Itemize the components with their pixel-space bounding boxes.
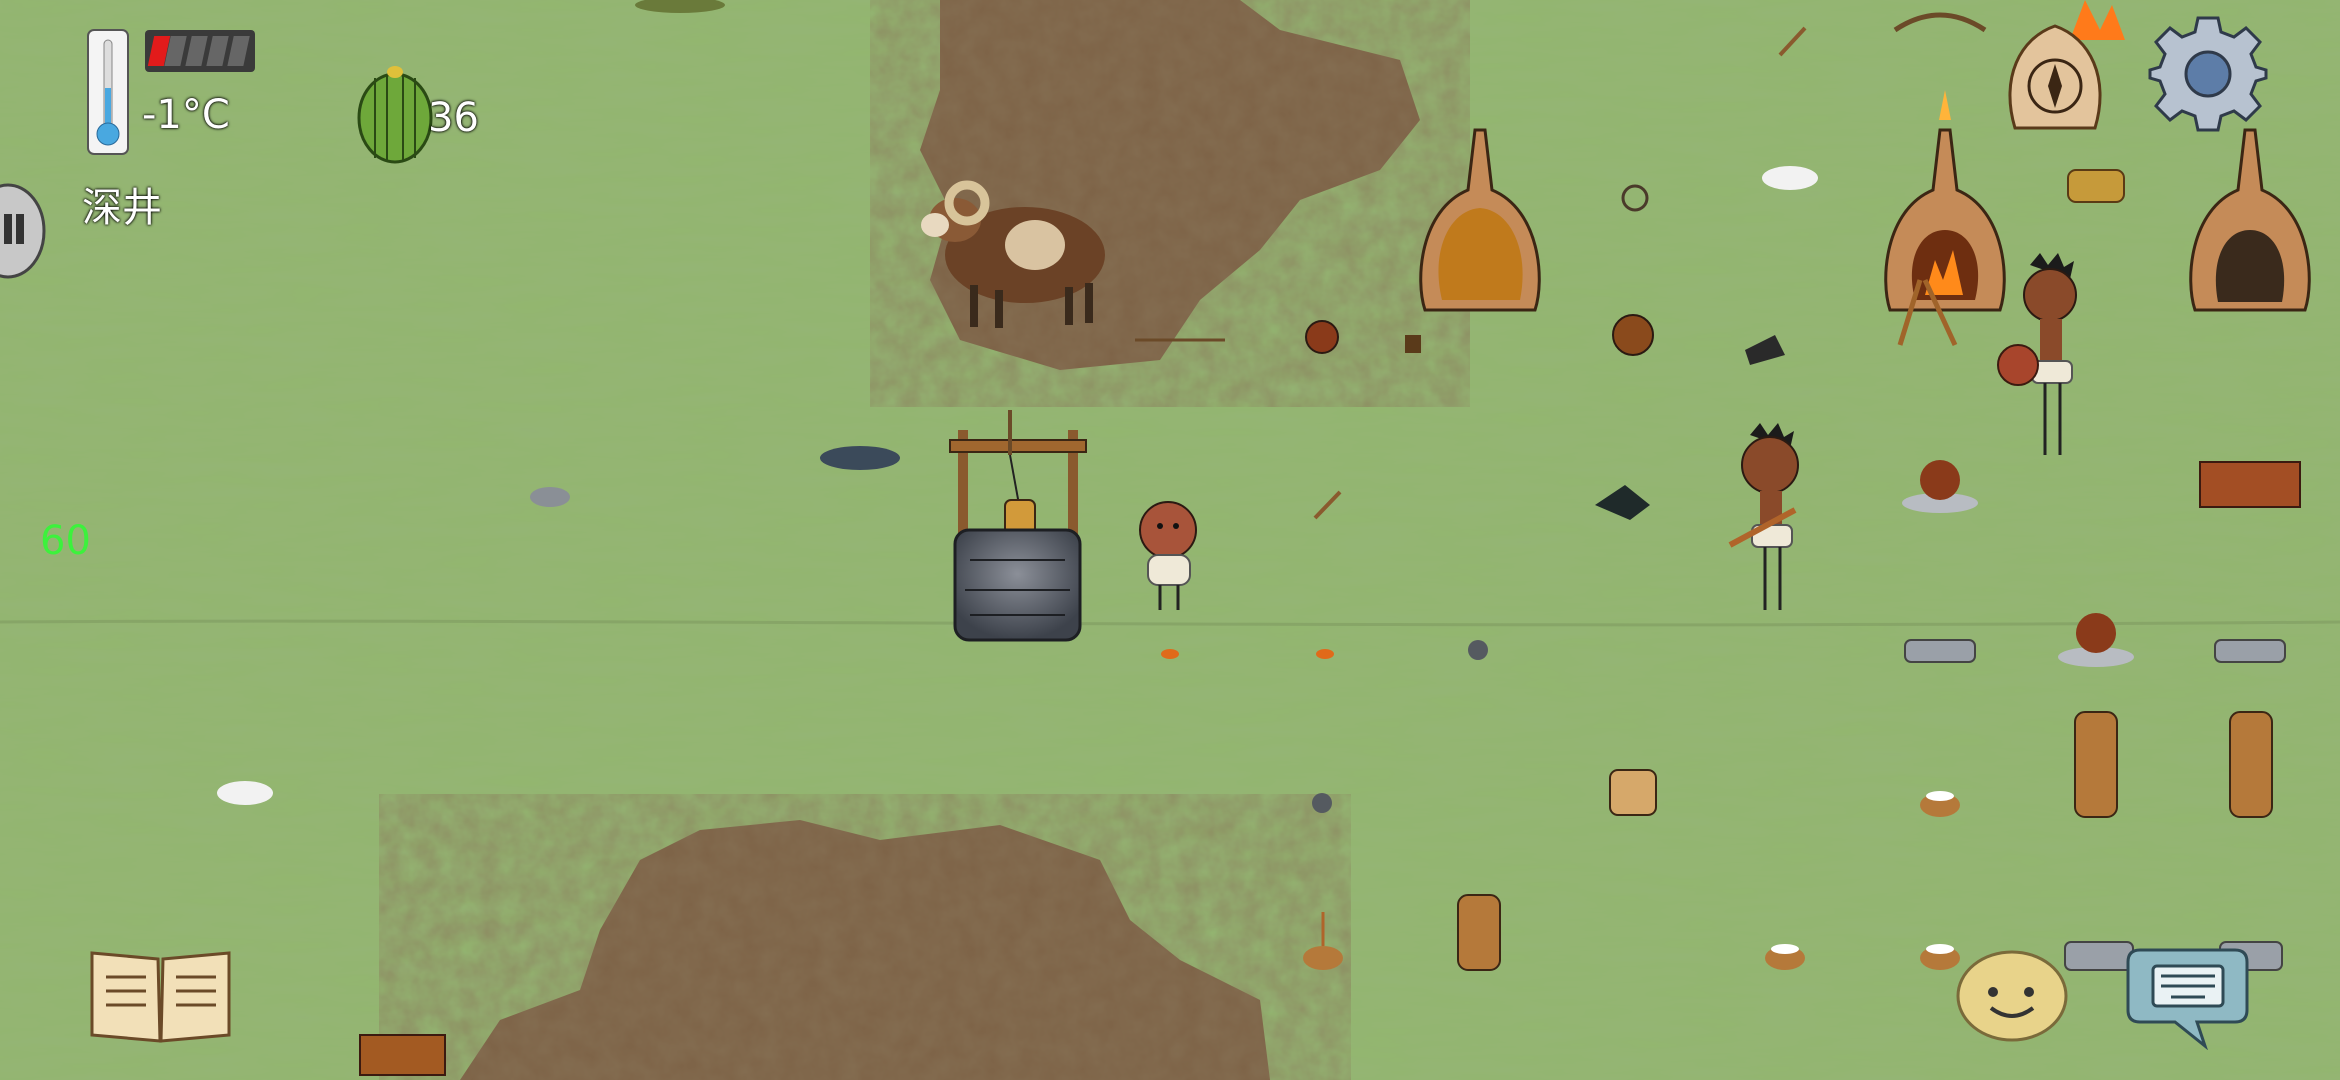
compass-bag-button[interactable] bbox=[2000, 18, 2110, 130]
flat-rock-stack-3[interactable] bbox=[2064, 941, 2134, 971]
settings-button[interactable] bbox=[2148, 14, 2268, 134]
carrot-1[interactable] bbox=[1161, 649, 1179, 659]
keyboard-icon bbox=[2151, 964, 2225, 1008]
flat-rock-stack-2[interactable] bbox=[2214, 639, 2286, 663]
flint-chip[interactable] bbox=[530, 487, 570, 507]
emote-button[interactable] bbox=[1955, 950, 2070, 1042]
clay-bowl-stack-1[interactable] bbox=[2074, 711, 2118, 818]
flat-rock-stack-1[interactable] bbox=[1904, 639, 1976, 663]
reed-basket[interactable] bbox=[2067, 169, 2125, 203]
recipe-book-button[interactable] bbox=[88, 945, 233, 1045]
clay-bowl-stack-2[interactable] bbox=[2229, 711, 2273, 818]
burdock-burr-2[interactable] bbox=[1612, 314, 1654, 356]
fps-counter: 60 bbox=[40, 518, 91, 564]
location-label: 深井 bbox=[82, 185, 162, 231]
temperature-readout: -1°C bbox=[142, 92, 230, 138]
gear-icon bbox=[2148, 16, 2268, 132]
round-stone-2[interactable] bbox=[1312, 793, 1332, 813]
firewood-stack[interactable] bbox=[359, 1034, 446, 1076]
clay-bowl-stack-3[interactable] bbox=[1457, 894, 1501, 971]
carrot-2[interactable] bbox=[1316, 649, 1334, 659]
rabbit-pelt-1[interactable] bbox=[1762, 166, 1818, 190]
dug-hole[interactable] bbox=[820, 446, 900, 470]
game-world[interactable] bbox=[0, 0, 2340, 1080]
rabbit-pelt-2[interactable] bbox=[217, 781, 273, 805]
burdock-burr-1[interactable] bbox=[1305, 320, 1339, 354]
pause-icon bbox=[4, 214, 12, 244]
emote-face-icon bbox=[1956, 950, 2068, 1042]
clay-plate-stack[interactable] bbox=[1609, 769, 1657, 816]
round-stone-1[interactable] bbox=[1468, 640, 1488, 660]
sticks-bundle[interactable] bbox=[1405, 335, 1421, 353]
chat-button[interactable] bbox=[2125, 942, 2250, 1051]
food-meter bbox=[145, 30, 255, 72]
barrel-cactus-icon bbox=[355, 58, 435, 166]
recipe-book-icon bbox=[90, 951, 231, 1043]
world-canvas[interactable] bbox=[0, 0, 2340, 1080]
food-count: 36 bbox=[428, 95, 479, 141]
adobe-bricks[interactable] bbox=[2199, 461, 2301, 508]
thermometer-icon bbox=[84, 28, 132, 156]
pause-button[interactable] bbox=[0, 182, 48, 280]
